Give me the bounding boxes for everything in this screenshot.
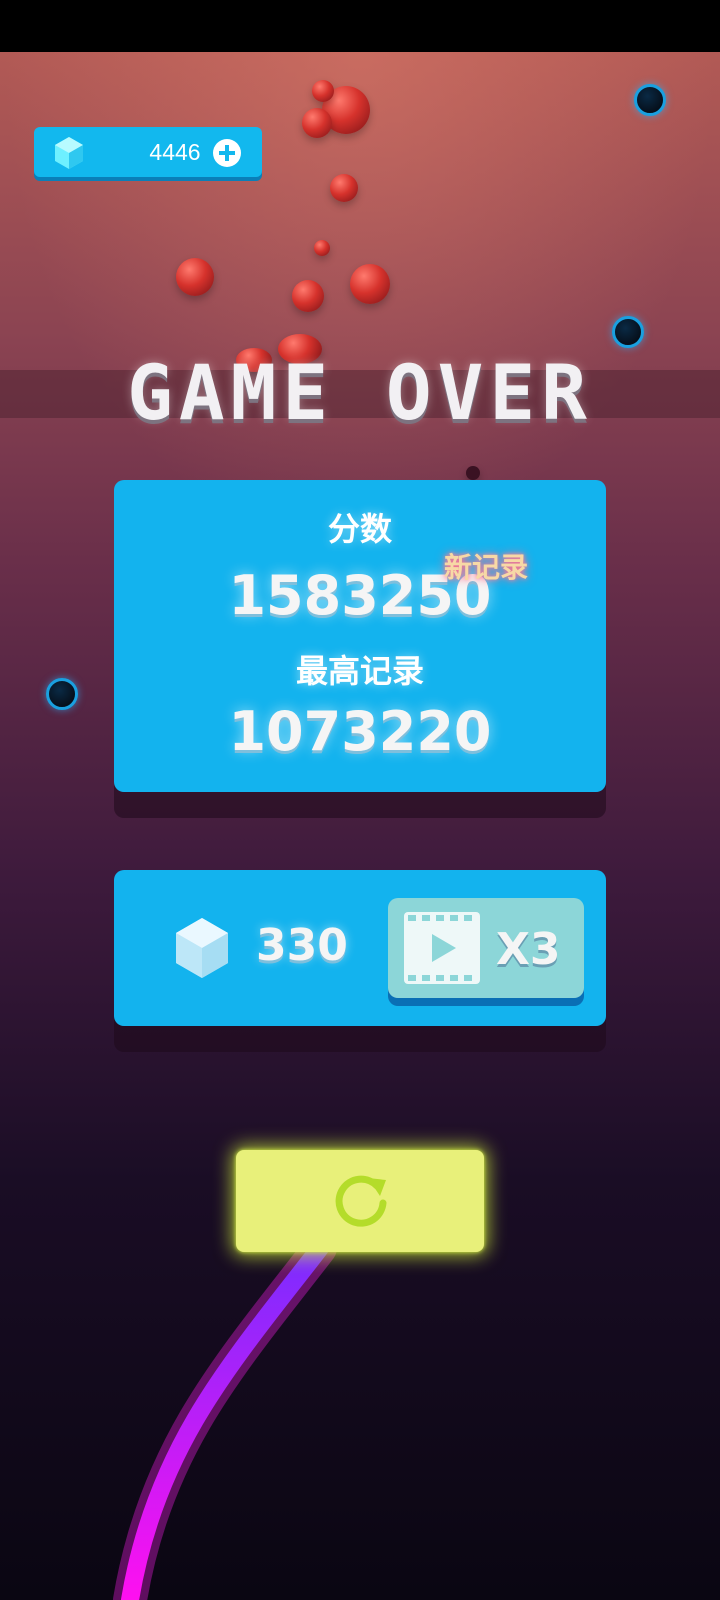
restart-button[interactable]: [236, 1150, 484, 1252]
neon-trail: [113, 1231, 337, 1600]
restart-icon: [335, 1175, 387, 1227]
